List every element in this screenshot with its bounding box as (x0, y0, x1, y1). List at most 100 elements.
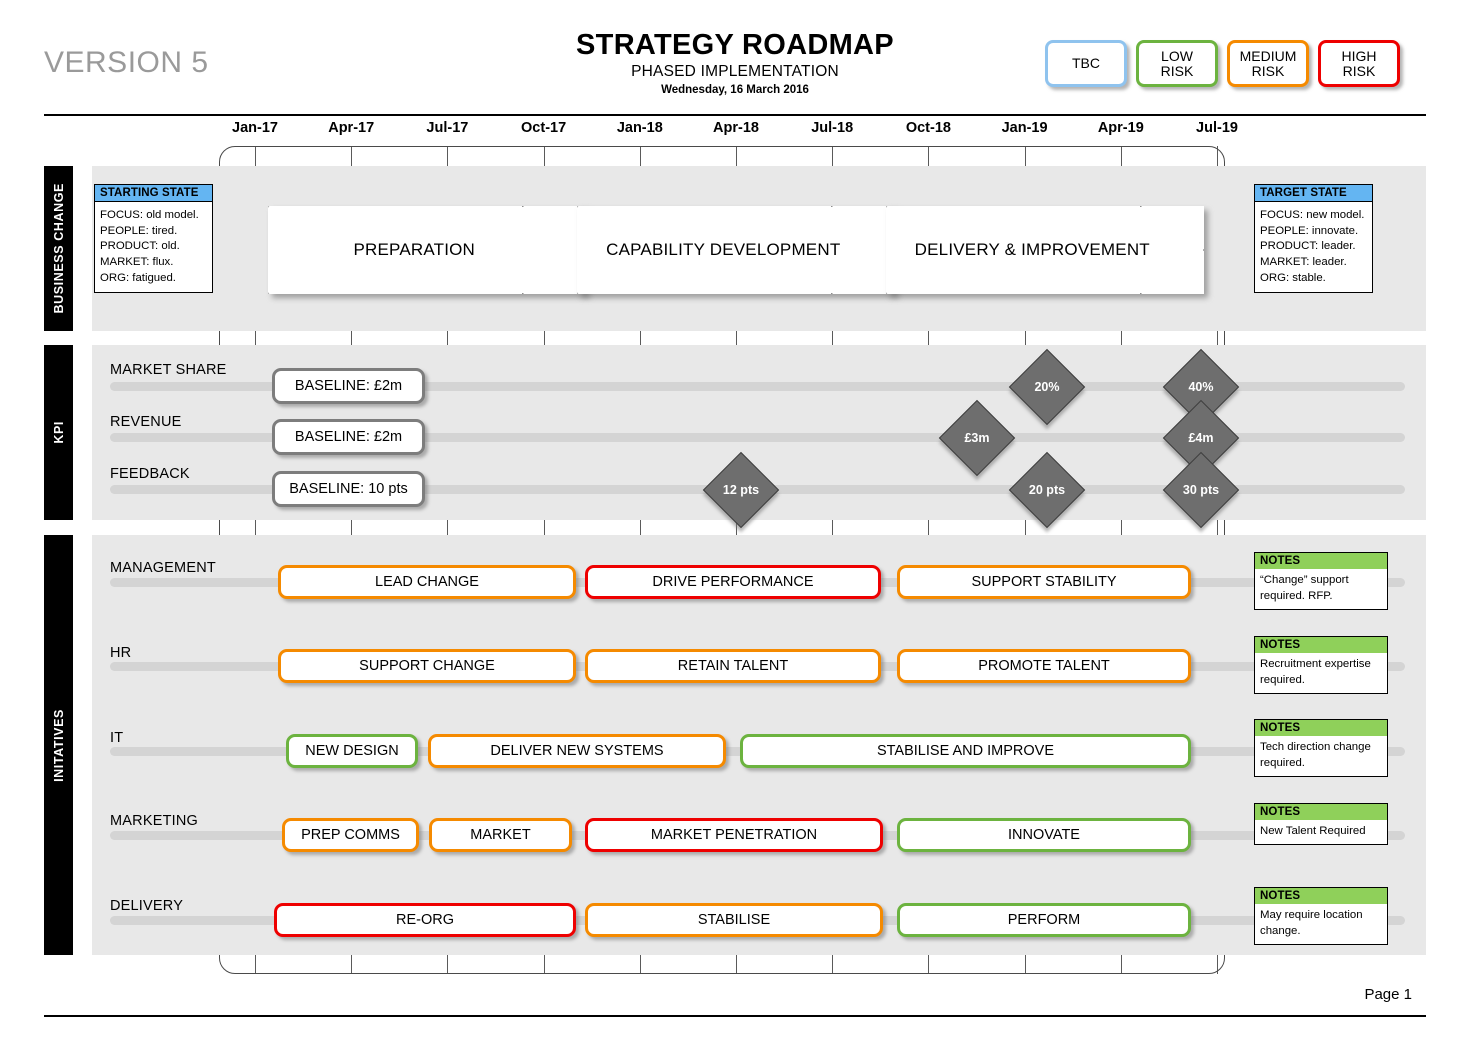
kpi-baseline-box[interactable]: BASELINE: 10 pts (272, 471, 425, 507)
target-state-box: TARGET STATE FOCUS: new model. PEOPLE: in… (1254, 184, 1373, 293)
kpi-baseline-box[interactable]: BASELINE: £2m (272, 368, 425, 404)
initiative-row-label: HR (110, 645, 132, 661)
notes-box[interactable]: NOTES Recruitment expertise required. (1254, 636, 1388, 695)
roadmap-page: VERSION 5 STRATEGY ROADMAP PHASED IMPLEM… (0, 0, 1470, 1044)
initiative-row-label: MARKETING (110, 813, 198, 829)
kpi-row-label: REVENUE (110, 414, 182, 430)
initiative-bar[interactable]: MARKET (429, 818, 572, 852)
notes-text: May require location change. (1260, 909, 1363, 938)
phase-arrow-label: DELIVERY & IMPROVEMENT (914, 240, 1150, 259)
starting-state-line: PEOPLE: tired. (100, 224, 178, 237)
target-state-line: FOCUS: new model. (1260, 209, 1365, 221)
legend-item-tbc[interactable]: TBC (1045, 40, 1127, 87)
kpi-milestone-label: £3m (964, 431, 990, 445)
initiative-bar[interactable]: DRIVE PERFORMANCE (585, 565, 881, 599)
risk-legend: TBC LOW RISK MEDIUM RISK HIGH RISK (1045, 40, 1400, 87)
phase-arrow-label: PREPARATION (353, 240, 476, 259)
notes-heading: NOTES (1255, 637, 1387, 653)
initiative-bar[interactable]: STABILISE (585, 903, 883, 937)
timeline-tick-label: Jan-17 (232, 120, 278, 136)
legend-label-low-risk: LOW RISK (1160, 47, 1194, 79)
version-label: VERSION 5 (44, 46, 209, 79)
kpi-milestone-label: 40% (1188, 380, 1214, 394)
timeline-tick-label: Apr-17 (328, 120, 375, 136)
legend-label-medium-risk: MEDIUM RISK (1239, 47, 1297, 79)
timeline-tick-label: Jul-19 (1196, 120, 1238, 136)
notes-box[interactable]: NOTES New Talent Required (1254, 803, 1388, 846)
notes-heading: NOTES (1255, 720, 1387, 736)
initiative-bar[interactable]: LEAD CHANGE (278, 565, 576, 599)
initiative-bar[interactable]: MARKET PENETRATION (585, 818, 883, 852)
initiative-row-label: MANAGEMENT (110, 560, 216, 576)
timeline-axis: Jan-17 Apr-17 Jul-17 Oct-17 Jan-18 Apr-18 Jul-… (0, 120, 1470, 142)
band-label-initiatives: INITATIVES (44, 535, 73, 955)
starting-state-line: PRODUCT: old. (100, 240, 180, 253)
notes-box[interactable]: NOTES “Change” support required. RFP. (1254, 552, 1388, 611)
timeline-tick-label: Oct-18 (905, 120, 951, 136)
target-state-lines: FOCUS: new model. PEOPLE: innovate. PRODUC… (1255, 202, 1372, 292)
phase-arrow[interactable]: CAPABILITY DEVELOPMENT (577, 206, 895, 294)
header-divider (44, 114, 1426, 116)
kpi-row-label: FEEDBACK (110, 466, 190, 482)
band-label-business-change: BUSINESS CHANGE (44, 166, 73, 331)
timeline-tick-label: Apr-19 (1097, 120, 1144, 136)
legend-item-medium-risk[interactable]: MEDIUM RISK (1227, 40, 1309, 87)
notes-text: New Talent Required (1260, 825, 1366, 837)
starting-state-box: STARTING STATE FOCUS: old model. PEOPLE: … (94, 184, 213, 293)
band-label-kpi: KPI (44, 345, 73, 520)
kpi-row-label: MARKET SHARE (110, 362, 227, 378)
target-state-line: PRODUCT: leader. (1260, 240, 1356, 253)
phase-arrow[interactable]: DELIVERY & IMPROVEMENT (886, 206, 1204, 294)
notes-box[interactable]: NOTES Tech direction change required. (1254, 719, 1388, 778)
page-number: Page 1 (1364, 986, 1412, 1003)
timeline-tick-label: Jan-18 (616, 120, 663, 136)
notes-box[interactable]: NOTES May require location change. (1254, 887, 1388, 946)
target-state-line: MARKET: leader. (1260, 256, 1347, 269)
initiative-bar[interactable]: SUPPORT CHANGE (278, 649, 576, 683)
starting-state-line: FOCUS: old model. (100, 209, 199, 221)
footer-divider (44, 1015, 1426, 1017)
phase-arrow-label: CAPABILITY DEVELOPMENT (606, 240, 841, 259)
initiative-bar[interactable]: NEW DESIGN (286, 734, 418, 768)
kpi-milestone-label: £4m (1188, 431, 1214, 445)
timeline-tick-label: Jan-19 (1001, 120, 1048, 136)
legend-label-high-risk: HIGH RISK (1341, 47, 1377, 79)
kpi-milestone-label: 20% (1034, 380, 1060, 394)
initiative-bar[interactable]: STABILISE AND IMPROVE (740, 734, 1191, 768)
kpi-milestone-label: 20 pts (1028, 483, 1066, 497)
target-state-line: ORG: stable. (1260, 271, 1326, 284)
legend-item-high-risk[interactable]: HIGH RISK (1318, 40, 1400, 87)
kpi-milestone-label: 12 pts (722, 483, 760, 497)
initiative-bar[interactable]: INNOVATE (897, 818, 1191, 852)
kpi-milestone-label: 30 pts (1182, 483, 1220, 497)
timeline-tick-label: Jul-18 (811, 120, 854, 136)
initiative-row-label: IT (110, 730, 124, 746)
initiative-bar[interactable]: RETAIN TALENT (585, 649, 881, 683)
initiative-bar[interactable]: PREP COMMS (282, 818, 419, 852)
phase-arrow[interactable]: PREPARATION (268, 206, 586, 294)
starting-state-line: ORG: fatigued. (100, 271, 176, 284)
notes-heading: NOTES (1255, 888, 1387, 904)
target-state-heading: TARGET STATE (1255, 185, 1372, 202)
initiative-bar[interactable]: PROMOTE TALENT (897, 649, 1191, 683)
initiative-row-label: DELIVERY (110, 898, 184, 914)
timeline-tick-label: Apr-18 (713, 120, 759, 136)
initiative-bar[interactable]: PERFORM (897, 903, 1191, 937)
initiative-bar[interactable]: RE-ORG (274, 903, 576, 937)
legend-label-tbc: TBC (1072, 55, 1100, 72)
starting-state-heading: STARTING STATE (95, 185, 212, 202)
notes-heading: NOTES (1255, 553, 1387, 569)
legend-item-low-risk[interactable]: LOW RISK (1136, 40, 1218, 87)
initiative-bar[interactable]: DELIVER NEW SYSTEMS (428, 734, 726, 768)
timeline-tick-label: Jul-17 (426, 120, 469, 136)
kpi-baseline-box[interactable]: BASELINE: £2m (272, 419, 425, 455)
notes-text: Recruitment expertise required. (1260, 658, 1371, 687)
timeline-tick-label: Oct-17 (521, 120, 567, 136)
notes-text: Tech direction change required. (1260, 741, 1371, 770)
notes-text: “Change” support required. RFP. (1260, 574, 1349, 603)
initiative-bar[interactable]: SUPPORT STABILITY (897, 565, 1191, 599)
starting-state-line: MARKET: flux. (100, 256, 174, 269)
starting-state-lines: FOCUS: old model. PEOPLE: tired. PRODUCT: … (95, 202, 212, 292)
notes-heading: NOTES (1255, 804, 1387, 820)
target-state-line: PEOPLE: innovate. (1260, 224, 1359, 237)
